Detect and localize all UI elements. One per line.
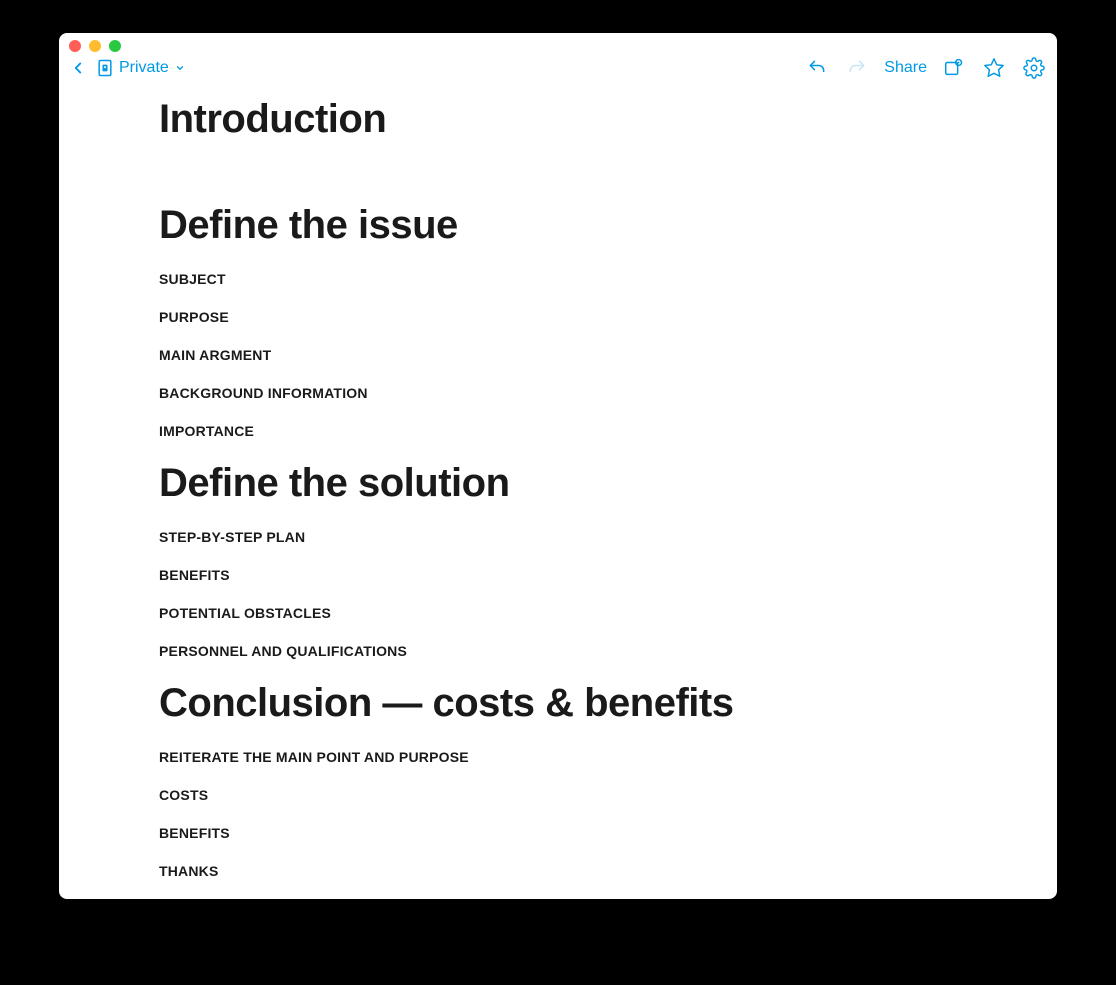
- list-item: STEP-BY-STEP PLAN: [159, 529, 919, 545]
- list-item: POTENTIAL OBSTACLES: [159, 605, 919, 621]
- list-item: BENEFITS: [159, 825, 919, 841]
- favorite-button[interactable]: [981, 55, 1007, 81]
- section-heading: Define the solution: [159, 461, 919, 505]
- list-item: BACKGROUND INFORMATION: [159, 385, 919, 401]
- window-titlebar: [59, 33, 1057, 51]
- notebook-icon: [95, 58, 115, 78]
- list-item: PURPOSE: [159, 309, 919, 325]
- template-icon: [943, 57, 965, 79]
- share-label: Share: [884, 59, 927, 77]
- back-button[interactable]: [65, 55, 91, 81]
- section-heading: Define the issue: [159, 203, 919, 247]
- template-button[interactable]: [941, 55, 967, 81]
- list-item: BENEFITS: [159, 567, 919, 583]
- redo-icon: [847, 58, 867, 78]
- section-heading: Conclusion — costs & benefits: [159, 681, 919, 725]
- settings-button[interactable]: [1021, 55, 1047, 81]
- document-content[interactable]: Introduction Define the issue SUBJECT PU…: [59, 85, 1057, 899]
- list-item: SUBJECT: [159, 271, 919, 287]
- chevron-left-icon: [69, 59, 87, 77]
- list-item: IMPORTANCE: [159, 423, 919, 439]
- notebook-selector[interactable]: Private: [95, 58, 185, 78]
- list-item: COSTS: [159, 787, 919, 803]
- app-window: Private Share: [59, 33, 1057, 899]
- page-title: Introduction: [159, 97, 919, 141]
- chevron-down-icon: [175, 63, 185, 73]
- undo-button[interactable]: [804, 55, 830, 81]
- list-item: PERSONNEL AND QUALIFICATIONS: [159, 643, 919, 659]
- toolbar: Private Share: [59, 51, 1057, 85]
- notebook-label: Private: [119, 59, 169, 77]
- undo-icon: [807, 58, 827, 78]
- star-icon: [983, 57, 1005, 79]
- share-button[interactable]: Share: [884, 59, 927, 77]
- list-item: THANKS: [159, 863, 919, 879]
- list-item: MAIN ARGMENT: [159, 347, 919, 363]
- gear-icon: [1023, 57, 1045, 79]
- redo-button[interactable]: [844, 55, 870, 81]
- list-item: REITERATE THE MAIN POINT AND PURPOSE: [159, 749, 919, 765]
